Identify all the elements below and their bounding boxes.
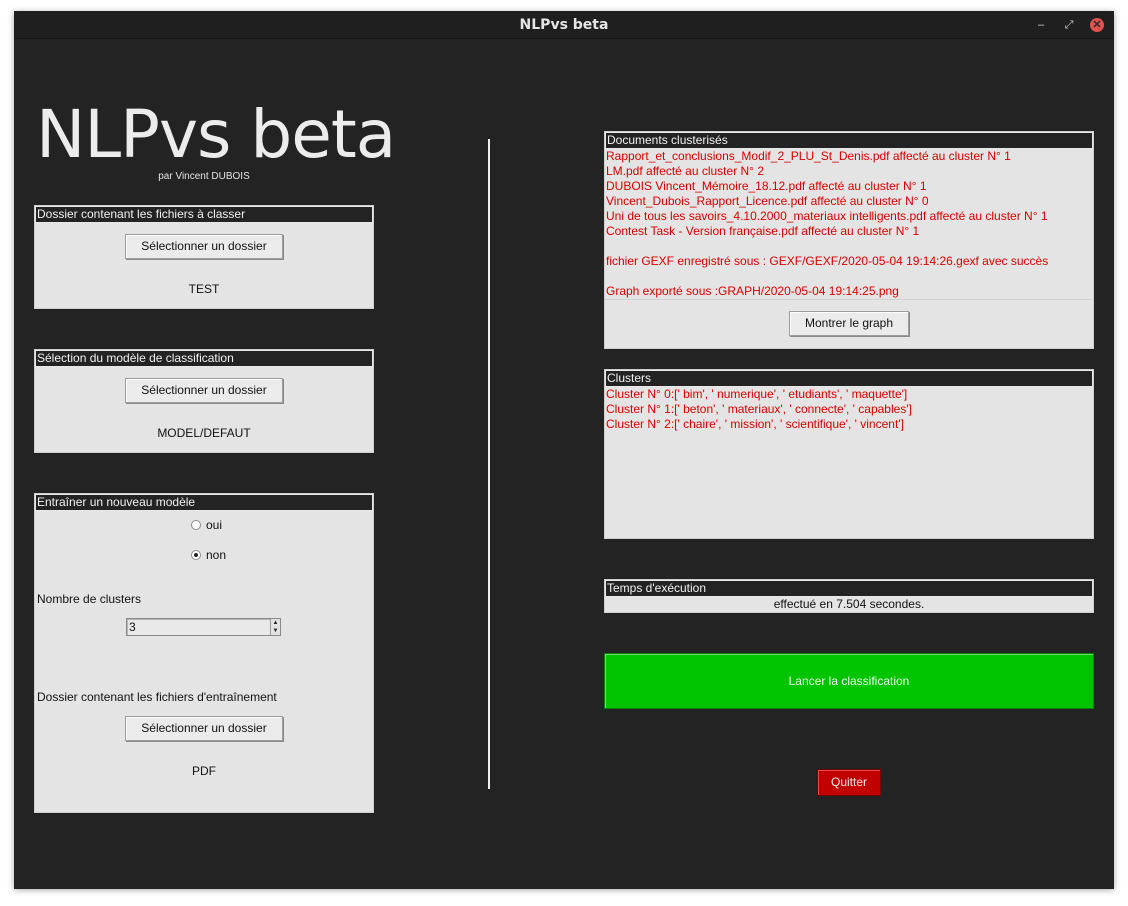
execution-time-value: effectué en 7.504 secondes. (773, 597, 925, 611)
clusters-count-spinbox[interactable]: 3 ▲ ▼ (126, 618, 281, 636)
cluster-line: Cluster N° 2:[' chaire', ' mission', ' s… (606, 417, 904, 431)
clusters-output: Cluster N° 0:[' bim', ' numerique', ' et… (605, 387, 1093, 432)
panel-header: Documents clusterisés (605, 132, 1093, 149)
panel-documents: Documents clusterisés Rapport_et_conclus… (604, 131, 1094, 349)
maximize-icon[interactable]: ⤢ (1062, 18, 1076, 32)
radio-oui-label: oui (206, 518, 223, 532)
graph-status-line: Graph exporté sous :GRAPH/2020-05-04 19:… (606, 284, 899, 298)
gexf-status-line: fichier GEXF enregistré sous : GEXF/GEXF… (606, 254, 1049, 268)
document-line: Uni de tous les savoirs_4.10.2000_materi… (606, 209, 1048, 223)
clusters-count-label: Nombre de clusters (37, 592, 142, 606)
radio-oui[interactable] (191, 520, 201, 530)
minimize-icon[interactable]: – (1034, 18, 1048, 32)
clusters-count-value: 3 (129, 620, 136, 634)
panel-header: Temps d'exécution (605, 580, 1093, 597)
radio-non-label: non (206, 548, 227, 562)
document-line: Rapport_et_conclusions_Modif_2_PLU_St_De… (606, 149, 1011, 163)
training-folder-value: PDF (192, 764, 216, 778)
document-line: LM.pdf affecté au cluster N° 2 (606, 164, 764, 178)
show-graph-button[interactable]: Montrer le graph (789, 311, 909, 336)
panel-header: Dossier contenant les fichiers à classer (35, 206, 373, 223)
select-files-folder-button[interactable]: Sélectionner un dossier (125, 234, 283, 259)
quit-button[interactable]: Quitter (817, 769, 881, 796)
app-window: NLPvs beta – ⤢ ✕ NLPvs beta par Vincent … (14, 11, 1114, 889)
document-line: Contest Task - Version française.pdf aff… (606, 224, 920, 238)
panel-execution-time: Temps d'exécution effectué en 7.504 seco… (604, 579, 1094, 613)
panel-header: Entraîner un nouveau modèle (35, 494, 373, 511)
training-folder-label: Dossier contenant les fichiers d'entraîn… (37, 690, 277, 704)
select-model-folder-button[interactable]: Sélectionner un dossier (125, 378, 283, 403)
files-folder-value: TEST (188, 282, 220, 296)
cluster-line: Cluster N° 1:[' beton', ' materiaux', ' … (606, 402, 912, 416)
documents-output: Rapport_et_conclusions_Modif_2_PLU_St_De… (605, 149, 1093, 299)
panel-model-selection: Sélection du modèle de classification Sé… (34, 349, 374, 453)
radio-non[interactable] (191, 550, 201, 560)
vertical-divider (488, 139, 490, 789)
launch-classification-button[interactable]: Lancer la classification (604, 653, 1094, 709)
panel-clusters: Clusters Cluster N° 0:[' bim', ' numeriq… (604, 369, 1094, 539)
cluster-line: Cluster N° 0:[' bim', ' numerique', ' et… (606, 387, 908, 401)
title-bar: NLPvs beta – ⤢ ✕ (14, 11, 1114, 39)
divider (605, 299, 1093, 300)
panel-header: Sélection du modèle de classification (35, 350, 373, 367)
spinbox-arrows[interactable]: ▲ ▼ (270, 619, 280, 635)
close-icon[interactable]: ✕ (1090, 18, 1104, 32)
model-folder-value: MODEL/DEFAUT (157, 426, 251, 440)
app-title: NLPvs beta (36, 96, 396, 173)
panel-header: Clusters (605, 370, 1093, 387)
document-line: DUBOIS Vincent_Mémoire_18.12.pdf affecté… (606, 179, 927, 193)
arrow-down-icon[interactable]: ▼ (271, 627, 280, 635)
window-title: NLPvs beta (519, 17, 609, 33)
panel-files-to-classify: Dossier contenant les fichiers à classer… (34, 205, 374, 309)
arrow-up-icon[interactable]: ▲ (271, 619, 280, 627)
select-training-folder-button[interactable]: Sélectionner un dossier (125, 716, 283, 741)
panel-train-model: Entraîner un nouveau modèle oui non Nomb… (34, 493, 374, 813)
app-subtitle: par Vincent DUBOIS (158, 171, 250, 182)
document-line: Vincent_Dubois_Rapport_Licence.pdf affec… (606, 194, 929, 208)
